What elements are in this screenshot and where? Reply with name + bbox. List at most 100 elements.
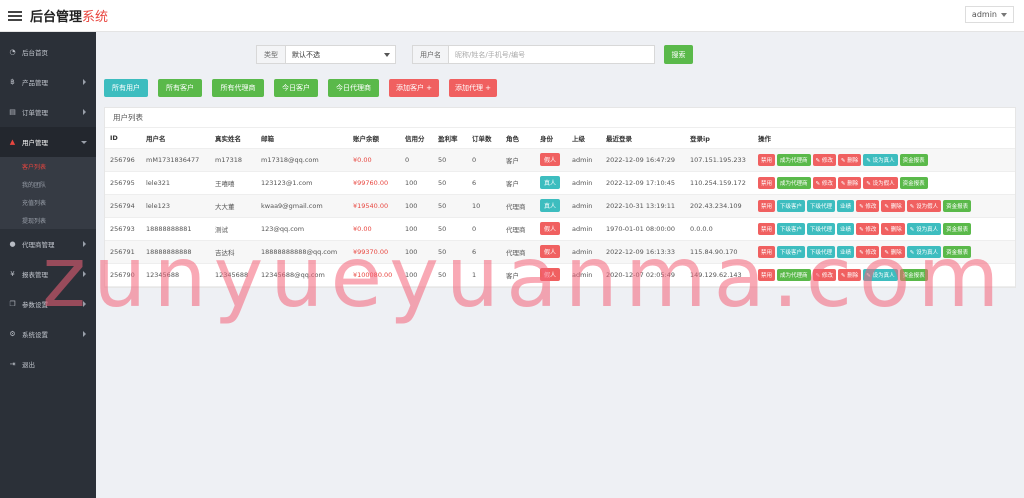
hamburger-menu-icon[interactable] xyxy=(8,10,22,21)
action-button[interactable]: 禁用 xyxy=(758,153,776,166)
filter-button-1[interactable]: 所有客户 xyxy=(158,79,202,97)
action-button[interactable]: ✎ 删除 xyxy=(837,153,862,166)
action-button[interactable]: 下级客户 xyxy=(777,245,806,258)
brand-main: 后台管理 xyxy=(30,10,83,25)
action-button[interactable]: 成为代理商 xyxy=(777,153,811,166)
action-button[interactable]: 下级客户 xyxy=(777,199,806,212)
sidebar-item-label: 参数设置 xyxy=(22,301,48,309)
action-button[interactable]: ✎ 设为假人 xyxy=(906,199,942,212)
cell-role: 客户 xyxy=(501,148,535,172)
sidebar-subitem-withdraw-list[interactable]: 提现列表 xyxy=(0,211,96,229)
type-label: 类型 xyxy=(256,45,286,64)
action-button[interactable]: 禁用 xyxy=(758,199,776,212)
sidebar-subitem-my-team[interactable]: 我的团队 xyxy=(0,175,96,193)
action-button[interactable]: 业绩 xyxy=(837,245,855,258)
action-button[interactable]: ✎ 设为真人 xyxy=(863,153,898,166)
action-button[interactable]: 资金报表 xyxy=(899,176,928,189)
sidebar-item-label: 退出 xyxy=(22,361,35,369)
action-button[interactable]: 下级代理 xyxy=(807,222,836,235)
column-header: 上级 xyxy=(567,128,601,149)
action-button[interactable]: ✎ 设为假人 xyxy=(863,176,898,189)
row-actions: 禁用 下级客户 下级代理 业绩 ✎ 修改 ✎ 删除 ✎ 设为真人 资金报表 xyxy=(758,222,1015,235)
type-select[interactable]: 默认不选 xyxy=(286,45,396,64)
filter-button-0[interactable]: 所有用户 xyxy=(104,79,148,97)
filter-button-6[interactable]: 添加代理 + xyxy=(449,79,497,97)
cell-credit: 100 xyxy=(400,263,433,287)
cell-profit: 50 xyxy=(433,217,467,241)
action-button[interactable]: 资金报表 xyxy=(943,222,972,235)
filter-button-4[interactable]: 今日代理商 xyxy=(328,79,379,97)
action-button[interactable]: 下级客户 xyxy=(777,222,806,235)
action-button[interactable]: ✎ 删除 xyxy=(881,222,905,235)
action-button[interactable]: ✎ 删除 xyxy=(881,199,905,212)
action-button[interactable]: 业绩 xyxy=(837,199,855,212)
action-button[interactable]: ✎ 设为真人 xyxy=(906,222,942,235)
chevron-right-icon xyxy=(83,331,86,337)
cell-role: 客户 xyxy=(501,171,535,195)
action-button[interactable]: ✎ 修改 xyxy=(812,176,836,189)
cell-balance: ¥100080.00 xyxy=(348,263,400,287)
cell-balance: ¥0.00 xyxy=(348,148,400,172)
action-button[interactable]: 下级代理 xyxy=(807,245,836,258)
chevron-right-icon xyxy=(83,241,86,247)
action-button[interactable]: ✎ 修改 xyxy=(812,153,836,166)
action-button[interactable]: ✎ 删除 xyxy=(881,245,905,258)
action-button[interactable]: ✎ 设为真人 xyxy=(906,245,942,258)
action-button[interactable]: ✎ 修改 xyxy=(812,268,836,281)
action-button[interactable]: 资金报表 xyxy=(899,153,928,166)
action-button[interactable]: ✎ 删除 xyxy=(837,176,862,189)
action-button[interactable]: 资金报表 xyxy=(899,268,928,281)
action-button[interactable]: ✎ 设为真人 xyxy=(863,268,898,281)
sidebar-item-users[interactable]: ▲ 用户管理 xyxy=(0,127,96,157)
search-button[interactable]: 搜索 xyxy=(664,45,693,64)
chevron-right-icon xyxy=(83,271,86,277)
sidebar-item-agents[interactable]: ● 代理商管理 xyxy=(0,229,96,259)
sidebar-item-orders[interactable]: ▤ 订单管理 xyxy=(0,97,96,127)
sidebar-item-system[interactable]: ⚙ 系统设置 xyxy=(0,319,96,349)
sidebar-item-reports[interactable]: ¥ 报表管理 xyxy=(0,259,96,289)
sidebar-subitem-customer-list[interactable]: 客户列表 xyxy=(0,157,96,175)
action-button[interactable]: ✎ 修改 xyxy=(856,222,880,235)
sidebar-item-logout[interactable]: ⇥ 退出 xyxy=(0,349,96,379)
filter-button-5[interactable]: 添加客户 + xyxy=(389,79,439,97)
action-button[interactable]: ✎ 修改 xyxy=(856,245,880,258)
action-button[interactable]: 禁用 xyxy=(758,222,776,235)
action-button[interactable]: 禁用 xyxy=(758,176,776,189)
table-row: 256791 18888888888 吉达科 18888888888@qq.com ¥9… xyxy=(105,240,1015,264)
action-button[interactable]: 成为代理商 xyxy=(777,268,811,281)
chevron-right-icon xyxy=(83,109,86,115)
action-button[interactable]: ✎ 修改 xyxy=(856,199,880,212)
cell-last-login: 2022-12-09 16:47:29 xyxy=(601,148,685,172)
action-button[interactable]: 资金报表 xyxy=(943,245,972,258)
cell-email: m17318@qq.com xyxy=(256,148,348,172)
action-button[interactable]: 禁用 xyxy=(758,245,776,258)
row-actions: 禁用 成为代理商 ✎ 修改 ✎ 删除 ✎ 设为真人 资金报表 xyxy=(758,268,1015,281)
table-row: 256795 lele321 王嘻嘻 123123@1.com ¥99760.00 100… xyxy=(105,171,1015,195)
cell-parent: admin xyxy=(567,263,601,287)
user-table: ID 用户名 真实姓名 邮箱 账户余额 信用分 盈利率 订单数 角色 身份 上级 最近登录 登录ip 操作… xyxy=(105,128,1015,287)
action-button[interactable]: 下级代理 xyxy=(807,199,836,212)
action-button[interactable]: ✎ 删除 xyxy=(837,268,862,281)
row-actions: 禁用 下级客户 下级代理 业绩 ✎ 修改 ✎ 删除 ✎ 设为真人 资金报表 xyxy=(758,245,1015,258)
action-button[interactable]: 资金报表 xyxy=(943,199,972,212)
user-dropdown[interactable]: admin xyxy=(964,6,1014,23)
action-button[interactable]: 成为代理商 xyxy=(777,176,811,189)
cell-parent: admin xyxy=(567,148,601,172)
action-button[interactable]: 业绩 xyxy=(837,222,855,235)
filter-button-2[interactable]: 所有代理商 xyxy=(212,79,264,97)
cell-credit: 0 xyxy=(400,148,433,172)
cell-actions: 禁用 下级客户 下级代理 业绩 ✎ 修改 ✎ 删除 ✎ 设为真人 资金报表 xyxy=(753,217,1015,241)
action-button[interactable]: 禁用 xyxy=(758,268,776,281)
sidebar-subitem-recharge-list[interactable]: 充值列表 xyxy=(0,193,96,211)
filter-button-3[interactable]: 今日客户 xyxy=(274,79,318,97)
sidebar-item-label: 后台首页 xyxy=(22,49,48,57)
cell-profit: 50 xyxy=(433,194,467,218)
cogs-icon: ⚙ xyxy=(9,330,16,338)
cell-email: 123123@1.com xyxy=(256,171,348,195)
sidebar-item-products[interactable]: ฿ 产品管理 xyxy=(0,67,96,97)
cell-role: 客户 xyxy=(501,263,535,287)
username-search-input[interactable]: 昵称/姓名/手机号/编号 xyxy=(449,45,655,64)
sidebar-item-dashboard[interactable]: ◔ 后台首页 xyxy=(0,37,96,67)
cell-actions: 禁用 下级客户 下级代理 业绩 ✎ 修改 ✎ 删除 ✎ 设为真人 资金报表 xyxy=(753,240,1015,264)
sidebar-item-params[interactable]: ❐ 参数设置 xyxy=(0,289,96,319)
